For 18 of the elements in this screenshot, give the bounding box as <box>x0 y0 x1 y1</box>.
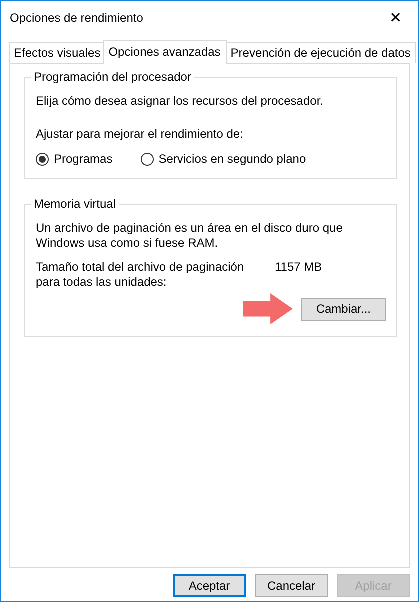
group-title: Programación del procesador <box>31 70 194 84</box>
prompt-text: Ajustar para mejorar el rendimiento de: <box>36 127 244 142</box>
dialog-button[interactable]: Aceptar <box>173 574 246 597</box>
arrow-icon <box>243 292 294 326</box>
dialog-button[interactable]: Cancelar <box>255 574 328 597</box>
close-button[interactable]: ✕ <box>374 8 418 26</box>
total-label: Tamaño total del archivo de paginación para todas las unidades: <box>36 260 246 290</box>
window-title: Opciones de rendimiento <box>10 10 144 24</box>
group-title: Memoria virtual <box>31 197 120 211</box>
description-text: Elija cómo desea asignar los recursos del procesador. <box>36 94 324 109</box>
tab[interactable]: Efectos visuales <box>9 42 106 63</box>
total-value: 1157 MB <box>275 260 322 276</box>
tab[interactable]: Opciones avanzadas <box>102 40 227 64</box>
radio-option[interactable]: Servicios en segundo plano <box>140 152 306 166</box>
description-text: Un archivo de paginación es un área en el disco duro que Windows usa como si fuese RAM. <box>36 221 344 251</box>
change-button[interactable]: Cambiar... <box>301 298 386 320</box>
tab[interactable]: Prevención de ejecución de datos <box>226 42 416 63</box>
radio-option[interactable]: Programas <box>36 152 113 166</box>
